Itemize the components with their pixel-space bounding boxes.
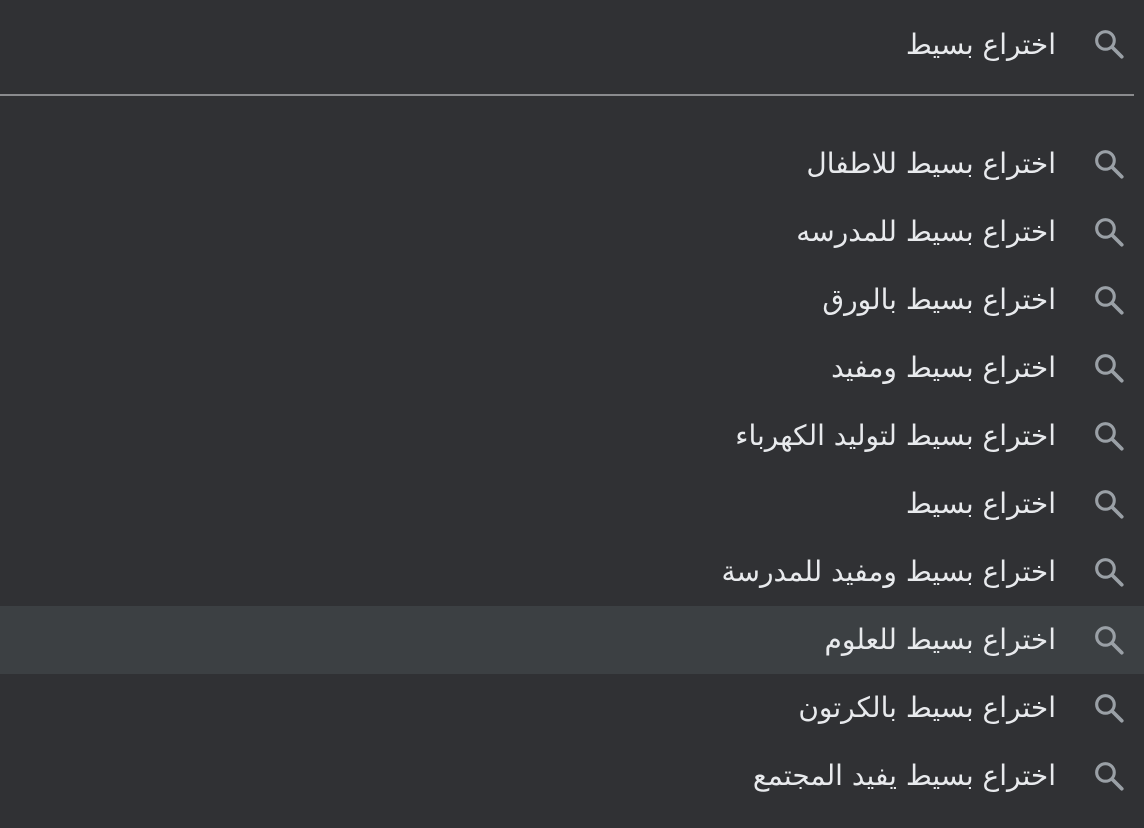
suggestion-label: اختراع بسيط بالورق	[822, 283, 1056, 316]
suggestion-item[interactable]: اختراع بسيط للاطفال	[0, 130, 1144, 198]
suggestion-item[interactable]: اختراع بسيط لتوليد الكهرباء	[0, 402, 1144, 470]
suggestion-item[interactable]: اختراع بسيط يفيد المجتمع	[0, 742, 1144, 810]
suggestion-label: اختراع بسيط	[905, 487, 1056, 520]
suggestion-item[interactable]: اختراع بسيط بالورق	[0, 266, 1144, 334]
search-icon	[1086, 685, 1132, 731]
search-icon[interactable]	[1086, 21, 1132, 67]
suggestion-label: اختراع بسيط بالكرتون	[798, 691, 1056, 724]
suggestion-label: اختراع بسيط لتوليد الكهرباء	[735, 419, 1056, 452]
suggestion-item[interactable]: اختراع بسيط للمدرسه	[0, 198, 1144, 266]
search-icon	[1086, 617, 1132, 663]
search-icon	[1086, 277, 1132, 323]
suggestion-item[interactable]: اختراع بسيط بالكرتون	[0, 674, 1144, 742]
search-icon	[1086, 413, 1132, 459]
suggestion-item[interactable]: اختراع بسيط	[0, 470, 1144, 538]
search-icon	[1086, 481, 1132, 527]
suggestion-item[interactable]: اختراع بسيط للعلوم	[0, 606, 1144, 674]
search-icon	[1086, 209, 1132, 255]
search-bar[interactable]	[0, 0, 1144, 88]
search-icon	[1086, 549, 1132, 595]
search-icon	[1086, 753, 1132, 799]
suggestion-label: اختراع بسيط للعلوم	[824, 623, 1056, 656]
suggestion-label: اختراع بسيط للمدرسه	[796, 215, 1056, 248]
suggestion-item[interactable]: اختراع بسيط ومفيد للمدرسة	[0, 538, 1144, 606]
suggestion-label: اختراع بسيط للاطفال	[806, 147, 1056, 180]
search-suggestion-panel: اختراع بسيط للاطفال اختراع بسيط للمدرسه اخ…	[0, 0, 1144, 828]
suggestion-label: اختراع بسيط يفيد المجتمع	[752, 759, 1056, 792]
suggestion-label: اختراع بسيط ومفيد للمدرسة	[721, 555, 1056, 588]
suggestion-item[interactable]: اختراع بسيط ومفيد	[0, 334, 1144, 402]
search-icon	[1086, 141, 1132, 187]
divider	[0, 94, 1134, 96]
search-input[interactable]	[356, 27, 1056, 61]
suggestion-label: اختراع بسيط ومفيد	[831, 351, 1056, 384]
suggestion-list: اختراع بسيط للاطفال اختراع بسيط للمدرسه اخ…	[0, 130, 1144, 810]
search-icon	[1086, 345, 1132, 391]
